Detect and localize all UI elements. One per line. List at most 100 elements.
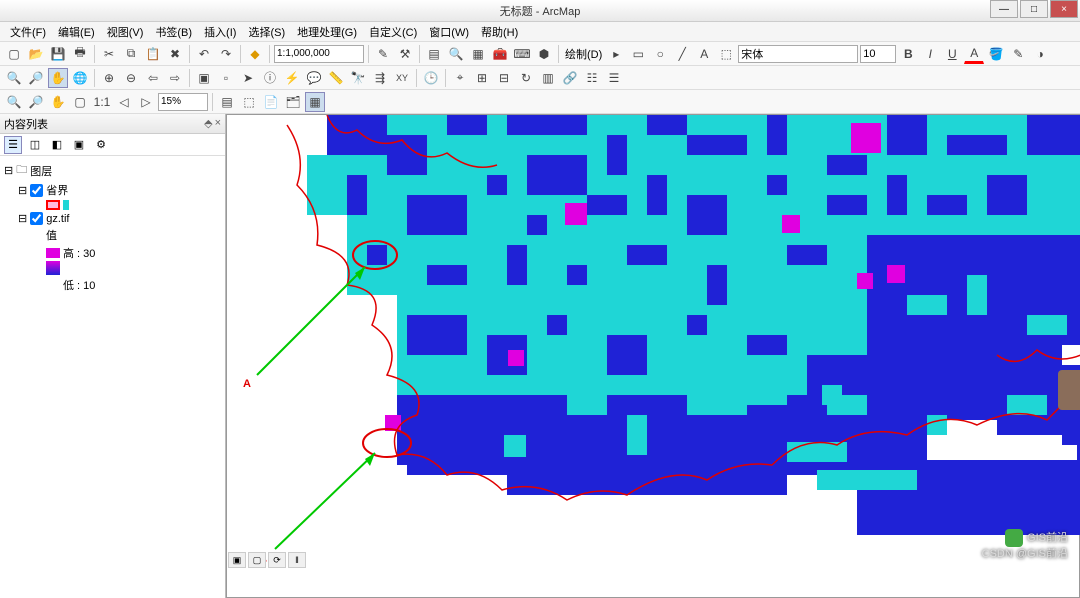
pointer-icon[interactable]: ▸ bbox=[606, 44, 626, 64]
model-icon[interactable]: ⬢ bbox=[534, 44, 554, 64]
list-by-source-icon[interactable]: ◫ bbox=[26, 136, 44, 154]
georef-icon[interactable]: ⌖ bbox=[450, 68, 470, 88]
georef-fit-icon[interactable]: ▥ bbox=[538, 68, 558, 88]
data-driven2-icon[interactable]: 🗂 bbox=[283, 92, 303, 112]
redo-icon[interactable]: ↷ bbox=[216, 44, 236, 64]
list-by-draw-icon[interactable]: ☰ bbox=[4, 136, 22, 154]
paste-icon[interactable]: 📋 bbox=[143, 44, 163, 64]
focus-frame-icon[interactable]: ⬚ bbox=[239, 92, 259, 112]
menu-view[interactable]: 视图(V) bbox=[101, 24, 150, 40]
search-icon[interactable]: 🔍 bbox=[446, 44, 466, 64]
open-icon[interactable]: 📂 bbox=[26, 44, 46, 64]
pan-icon[interactable]: ✋ bbox=[48, 68, 68, 88]
measure-icon[interactable]: 📏 bbox=[326, 68, 346, 88]
map-canvas[interactable]: A B bbox=[226, 114, 1080, 598]
undo-icon[interactable]: ↶ bbox=[194, 44, 214, 64]
identify-icon[interactable]: ⓘ bbox=[260, 68, 280, 88]
georef-icon2[interactable]: ⊞ bbox=[472, 68, 492, 88]
side-handle[interactable] bbox=[1058, 370, 1080, 410]
layer1-checkbox[interactable] bbox=[30, 184, 43, 197]
italic-button[interactable]: I bbox=[920, 44, 940, 64]
new-icon[interactable]: ▢ bbox=[4, 44, 24, 64]
close-button[interactable]: × bbox=[1050, 0, 1078, 18]
line-icon[interactable]: ╱ bbox=[672, 44, 692, 64]
html-popup-icon[interactable]: 💬 bbox=[304, 68, 324, 88]
menu-bookmark[interactable]: 书签(B) bbox=[149, 24, 198, 40]
fill-color-icon[interactable]: 🪣 bbox=[986, 44, 1006, 64]
data-driven-icon[interactable]: 📄 bbox=[261, 92, 281, 112]
editor-icon[interactable]: ✎ bbox=[373, 44, 393, 64]
font-size[interactable] bbox=[860, 45, 896, 63]
hyperlink-icon[interactable]: ⚡ bbox=[282, 68, 302, 88]
pin-icon[interactable]: ⬘ bbox=[204, 117, 212, 130]
georef-link-icon[interactable]: 🔗 bbox=[560, 68, 580, 88]
menu-file[interactable]: 文件(F) bbox=[4, 24, 52, 40]
toc-close-icon[interactable]: × bbox=[215, 117, 221, 130]
minimize-button[interactable]: — bbox=[990, 0, 1018, 18]
menu-geoprocessing[interactable]: 地理处理(G) bbox=[291, 24, 363, 40]
full-extent-icon[interactable]: 🌐 bbox=[70, 68, 90, 88]
clear-select-icon[interactable]: ▫ bbox=[216, 68, 236, 88]
fixed-zoom-in-icon[interactable]: ⊕ bbox=[99, 68, 119, 88]
layer1-symbol[interactable] bbox=[4, 199, 221, 211]
prev-extent-icon[interactable]: ⇦ bbox=[143, 68, 163, 88]
tool-icon[interactable]: ⚒ bbox=[395, 44, 415, 64]
table-icon[interactable]: ▦ bbox=[468, 44, 488, 64]
select-features-icon[interactable]: ▣ bbox=[194, 68, 214, 88]
add-data-icon[interactable]: ◆ bbox=[245, 44, 265, 64]
menu-edit[interactable]: 编辑(E) bbox=[52, 24, 101, 40]
copy-icon[interactable]: ⧉ bbox=[121, 44, 141, 64]
marker-color-icon[interactable]: ◑ bbox=[1030, 44, 1050, 64]
fixed-zoom-out-icon[interactable]: ⊖ bbox=[121, 68, 141, 88]
layout-100-icon[interactable]: 1:1 bbox=[92, 92, 112, 112]
find-route-icon[interactable]: ⇶ bbox=[370, 68, 390, 88]
data-driven3-icon[interactable]: ▦ bbox=[305, 92, 325, 112]
layout-whole-icon[interactable]: ▢ bbox=[70, 92, 90, 112]
georef-rot-icon[interactable]: ↻ bbox=[516, 68, 536, 88]
layout-next-icon[interactable]: ▷ bbox=[136, 92, 156, 112]
toolbox-icon[interactable]: 🧰 bbox=[490, 44, 510, 64]
rect-icon[interactable]: ▭ bbox=[628, 44, 648, 64]
callout-icon[interactable]: ⬚ bbox=[716, 44, 736, 64]
zoom-in-icon[interactable]: 🔍 bbox=[4, 68, 24, 88]
georef-table2-icon[interactable]: ☰ bbox=[604, 68, 624, 88]
goto-xy-icon[interactable]: XY bbox=[392, 68, 412, 88]
draw-label[interactable]: 绘制(D) bbox=[563, 46, 604, 62]
maximize-button[interactable]: □ bbox=[1020, 0, 1048, 18]
options-icon[interactable]: ⚙ bbox=[92, 136, 110, 154]
layout-prev-icon[interactable]: ◁ bbox=[114, 92, 134, 112]
underline-button[interactable]: U bbox=[942, 44, 962, 64]
zoom-out-icon[interactable]: 🔎 bbox=[26, 68, 46, 88]
cut-icon[interactable]: ✂ bbox=[99, 44, 119, 64]
line-color-icon[interactable]: ✎ bbox=[1008, 44, 1028, 64]
toggle-draft-icon[interactable]: ▤ bbox=[217, 92, 237, 112]
next-extent-icon[interactable]: ⇨ bbox=[165, 68, 185, 88]
font-color-icon[interactable]: A bbox=[964, 44, 984, 64]
scale-input[interactable] bbox=[274, 45, 364, 63]
tree-layer-1[interactable]: ⊟省界 bbox=[4, 181, 221, 199]
menu-customize[interactable]: 自定义(C) bbox=[363, 24, 423, 40]
data-view-tab[interactable]: ▣ bbox=[228, 552, 246, 568]
layout-zoom-in-icon[interactable]: 🔍 bbox=[4, 92, 24, 112]
tree-layer-2[interactable]: ⊟gz.tif bbox=[4, 211, 221, 226]
select-arrow-icon[interactable]: ➤ bbox=[238, 68, 258, 88]
pause-icon[interactable]: ‖ bbox=[288, 552, 306, 568]
catalog-icon[interactable]: ▤ bbox=[424, 44, 444, 64]
find-icon[interactable]: 🔭 bbox=[348, 68, 368, 88]
refresh-icon[interactable]: ⟳ bbox=[268, 552, 286, 568]
menu-help[interactable]: 帮助(H) bbox=[475, 24, 524, 40]
layout-zoom-out-icon[interactable]: 🔎 bbox=[26, 92, 46, 112]
menu-window[interactable]: 窗口(W) bbox=[423, 24, 475, 40]
circle-icon[interactable]: ○ bbox=[650, 44, 670, 64]
python-icon[interactable]: ⌨ bbox=[512, 44, 532, 64]
list-by-select-icon[interactable]: ▣ bbox=[70, 136, 88, 154]
text-A-icon[interactable]: A bbox=[694, 44, 714, 64]
menu-insert[interactable]: 插入(I) bbox=[198, 24, 242, 40]
layout-zoom-input[interactable] bbox=[158, 93, 208, 111]
list-by-visible-icon[interactable]: ◧ bbox=[48, 136, 66, 154]
print-icon[interactable]: 🖶 bbox=[70, 44, 90, 64]
time-slider-icon[interactable]: 🕒 bbox=[421, 68, 441, 88]
delete-icon[interactable]: ✖ bbox=[165, 44, 185, 64]
menu-select[interactable]: 选择(S) bbox=[242, 24, 291, 40]
font-select[interactable] bbox=[738, 45, 858, 63]
